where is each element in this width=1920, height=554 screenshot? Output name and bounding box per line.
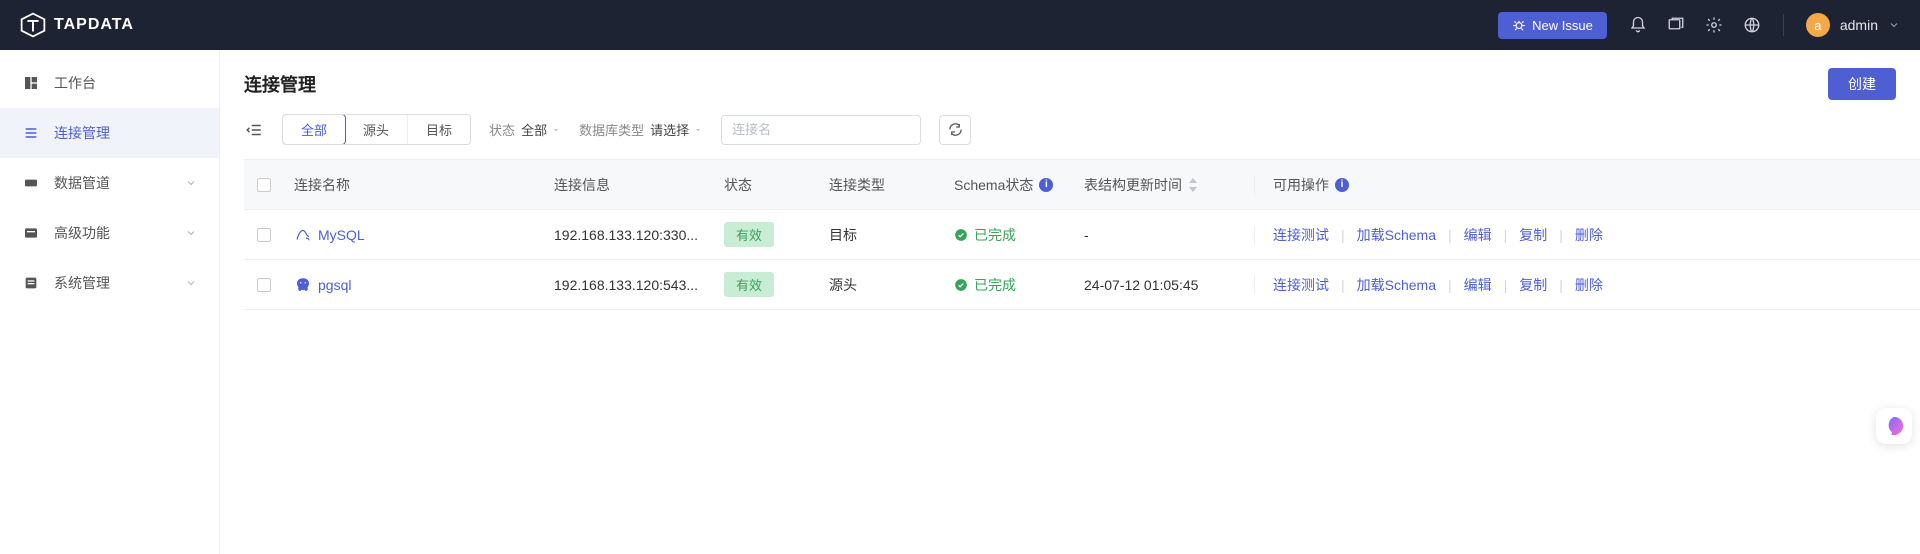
updated-time: 24-07-12 01:05:45 bbox=[1074, 277, 1254, 293]
nav-label: 连接管理 bbox=[54, 123, 197, 143]
brand-logo: TAPDATA bbox=[20, 12, 134, 38]
schema-status: 已完成 bbox=[954, 275, 1016, 295]
status-filter-label: 状态 bbox=[489, 120, 515, 139]
refresh-button[interactable] bbox=[939, 115, 971, 145]
user-name-label: admin bbox=[1840, 17, 1878, 33]
col-type: 连接类型 bbox=[819, 175, 944, 195]
nav-label: 数据管道 bbox=[54, 173, 171, 193]
table-row: MySQL 192.168.133.120:330... 有效 目标 已完成 -… bbox=[244, 210, 1920, 260]
nav-label: 工作台 bbox=[54, 73, 197, 93]
status-filter-value: 全部 bbox=[521, 120, 561, 139]
dbtype-filter-value: 请选择 bbox=[650, 120, 703, 139]
header-icon-group bbox=[1629, 16, 1761, 34]
brand-mark-icon bbox=[20, 12, 46, 38]
header-divider bbox=[1783, 14, 1784, 36]
connection-name-link[interactable]: MySQL bbox=[318, 227, 365, 243]
col-name: 连接名称 bbox=[284, 175, 544, 195]
action-load[interactable]: 加载Schema bbox=[1357, 225, 1436, 245]
updated-time: - bbox=[1074, 227, 1254, 243]
user-menu[interactable]: a admin bbox=[1806, 13, 1900, 37]
action-load[interactable]: 加载Schema bbox=[1357, 275, 1436, 295]
main-content: 连接管理 创建 全部 源头 目标 状态 全部 数据库类型 bbox=[220, 50, 1920, 554]
bug-icon bbox=[1512, 18, 1526, 32]
col-actions: 可用操作 i bbox=[1254, 175, 1920, 195]
postgres-icon bbox=[294, 276, 312, 294]
row-actions: 连接测试| 加载Schema| 编辑| 复制| 删除 bbox=[1254, 225, 1920, 245]
type-filter-tabs: 全部 源头 目标 bbox=[282, 114, 471, 145]
status-badge: 有效 bbox=[724, 222, 774, 247]
system-icon bbox=[22, 274, 40, 292]
brand-text: TAPDATA bbox=[54, 16, 134, 34]
chevron-down-icon bbox=[1888, 19, 1900, 31]
nav-pipeline[interactable]: 数据管道 bbox=[0, 158, 219, 208]
status-badge: 有效 bbox=[724, 272, 774, 297]
connection-type: 目标 bbox=[819, 225, 944, 245]
connection-info: 192.168.133.120:543... bbox=[544, 277, 714, 293]
page-header: 连接管理 创建 bbox=[220, 50, 1920, 114]
row-checkbox[interactable] bbox=[257, 228, 271, 242]
table-header: 连接名称 连接信息 状态 连接类型 Schema状态 i 表结构更新时间 可用操… bbox=[244, 160, 1920, 210]
dashboard-icon bbox=[22, 74, 40, 92]
app-header: TAPDATA New Issue a admin bbox=[0, 0, 1920, 50]
action-copy[interactable]: 复制 bbox=[1519, 275, 1547, 295]
new-issue-label: New Issue bbox=[1532, 18, 1593, 33]
create-button[interactable]: 创建 bbox=[1828, 68, 1896, 100]
dbtype-filter-label: 数据库类型 bbox=[579, 120, 644, 139]
pipeline-icon bbox=[22, 174, 40, 192]
nav-advanced[interactable]: 高级功能 bbox=[0, 208, 219, 258]
search-input[interactable] bbox=[721, 115, 921, 145]
action-edit[interactable]: 编辑 bbox=[1464, 225, 1492, 245]
connections-table: 连接名称 连接信息 状态 连接类型 Schema状态 i 表结构更新时间 可用操… bbox=[244, 159, 1920, 310]
connection-name-link[interactable]: pgsql bbox=[318, 277, 351, 293]
action-copy[interactable]: 复制 bbox=[1519, 225, 1547, 245]
nav-label: 系统管理 bbox=[54, 273, 171, 293]
connection-type: 源头 bbox=[819, 275, 944, 295]
nav-connections[interactable]: 连接管理 bbox=[0, 108, 219, 158]
sidebar: 工作台 连接管理 数据管道 高级功能 bbox=[0, 50, 220, 554]
new-issue-button[interactable]: New Issue bbox=[1498, 12, 1607, 39]
action-delete[interactable]: 删除 bbox=[1575, 275, 1603, 295]
row-actions: 连接测试| 加载Schema| 编辑| 复制| 删除 bbox=[1254, 275, 1920, 295]
help-fab[interactable] bbox=[1876, 408, 1912, 444]
status-filter[interactable]: 状态 全部 bbox=[489, 120, 561, 139]
tab-source[interactable]: 源头 bbox=[345, 115, 408, 144]
action-edit[interactable]: 编辑 bbox=[1464, 275, 1492, 295]
bell-icon[interactable] bbox=[1629, 16, 1647, 34]
sort-icon bbox=[1188, 178, 1198, 192]
advanced-icon bbox=[22, 224, 40, 242]
select-all-checkbox[interactable] bbox=[257, 178, 271, 192]
tab-target[interactable]: 目标 bbox=[408, 115, 470, 144]
globe-icon[interactable] bbox=[1743, 16, 1761, 34]
connection-info: 192.168.133.120:330... bbox=[544, 227, 714, 243]
schema-status: 已完成 bbox=[954, 225, 1016, 245]
info-icon[interactable]: i bbox=[1335, 178, 1349, 192]
nav-system[interactable]: 系统管理 bbox=[0, 258, 219, 308]
nav-label: 高级功能 bbox=[54, 223, 171, 243]
chevron-down-icon bbox=[185, 277, 197, 289]
chevron-down-icon bbox=[185, 177, 197, 189]
dbtype-filter[interactable]: 数据库类型 请选择 bbox=[579, 120, 703, 139]
nav-dashboard[interactable]: 工作台 bbox=[0, 58, 219, 108]
action-test[interactable]: 连接测试 bbox=[1273, 275, 1329, 295]
action-test[interactable]: 连接测试 bbox=[1273, 225, 1329, 245]
row-checkbox[interactable] bbox=[257, 278, 271, 292]
table-row: pgsql 192.168.133.120:543... 有效 源头 已完成 2… bbox=[244, 260, 1920, 310]
action-delete[interactable]: 删除 bbox=[1575, 225, 1603, 245]
window-icon[interactable] bbox=[1667, 16, 1685, 34]
chevron-down-icon bbox=[185, 227, 197, 239]
mysql-icon bbox=[294, 226, 312, 244]
col-updated[interactable]: 表结构更新时间 bbox=[1074, 175, 1254, 195]
avatar: a bbox=[1806, 13, 1830, 37]
tab-all[interactable]: 全部 bbox=[282, 114, 346, 145]
info-icon[interactable]: i bbox=[1039, 178, 1053, 192]
collapse-sidebar-icon[interactable] bbox=[244, 120, 264, 140]
list-icon bbox=[22, 124, 40, 142]
col-status: 状态 bbox=[714, 175, 819, 195]
toolbar: 全部 源头 目标 状态 全部 数据库类型 请选择 bbox=[220, 114, 1920, 159]
col-schema: Schema状态 i bbox=[944, 175, 1074, 195]
col-info: 连接信息 bbox=[544, 175, 714, 195]
gear-icon[interactable] bbox=[1705, 16, 1723, 34]
page-title: 连接管理 bbox=[244, 71, 316, 97]
